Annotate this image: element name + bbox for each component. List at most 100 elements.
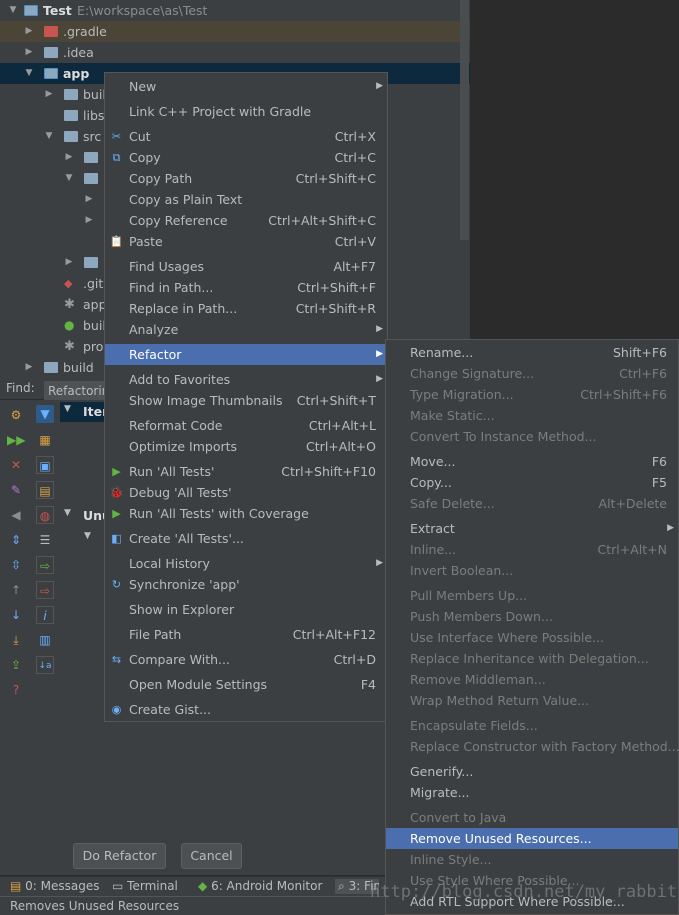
- refactor-item-encapsulate-fields[interactable]: Encapsulate Fields...: [386, 715, 678, 736]
- group-icon[interactable]: ▦: [36, 431, 54, 449]
- refactor-item-use-interface-where-possible[interactable]: Use Interface Where Possible...: [386, 627, 678, 648]
- refactor-item-replace-inheritance-with-delegation[interactable]: Replace Inheritance with Delegation...: [386, 648, 678, 669]
- menu-item-cut[interactable]: ✂ Cut Ctrl+X: [105, 126, 387, 147]
- menu-item-find-usages[interactable]: Find Usages Alt+F7: [105, 256, 387, 277]
- menu-item-show-in-explorer[interactable]: Show in Explorer: [105, 599, 387, 620]
- preview-icon[interactable]: ▥: [36, 631, 54, 649]
- refactor-item-safe-delete[interactable]: Safe Delete... Alt+Delete: [386, 493, 678, 514]
- refactor-item-invert-boolean[interactable]: Invert Boolean...: [386, 560, 678, 581]
- menu-item-refactor[interactable]: Refactor ▶: [105, 344, 387, 365]
- chevron-down-icon[interactable]: ▼: [64, 168, 74, 189]
- chevron-right-icon[interactable]: ▶: [44, 84, 54, 105]
- expand-all-icon[interactable]: ⇕: [7, 531, 25, 549]
- menu-item-copy[interactable]: ⧉ Copy Ctrl+C: [105, 147, 387, 168]
- arrow-up-icon[interactable]: ↑: [7, 581, 25, 599]
- arrow-down-icon[interactable]: ↓: [7, 606, 25, 624]
- refactor-item-inline[interactable]: Inline... Ctrl+Alt+N: [386, 539, 678, 560]
- settings-icon[interactable]: ⚙: [7, 406, 25, 424]
- tab-terminal[interactable]: ▭ Terminal: [112, 879, 178, 893]
- menu-item-create-gist[interactable]: ◉ Create Gist...: [105, 699, 387, 720]
- chevron-down-icon[interactable]: ▼: [64, 404, 71, 414]
- previous-icon[interactable]: ◀: [7, 506, 25, 524]
- menu-item-reformat-code[interactable]: Reformat Code Ctrl+Alt+L: [105, 415, 387, 436]
- export-icon[interactable]: ⇨: [36, 581, 54, 599]
- menu-item-paste[interactable]: 📋 Paste Ctrl+V: [105, 231, 387, 252]
- chevron-right-icon[interactable]: ▶: [84, 189, 94, 210]
- refactor-item-inline-style[interactable]: Inline Style...: [386, 849, 678, 870]
- help-icon[interactable]: ?: [7, 681, 25, 699]
- menu-item-open-module-settings[interactable]: Open Module Settings F4: [105, 674, 387, 695]
- refactor-item-push-members-down[interactable]: Push Members Down...: [386, 606, 678, 627]
- sort-icon[interactable]: ☰: [36, 531, 54, 549]
- export-file-icon[interactable]: ⇪: [7, 656, 25, 674]
- chevron-right-icon[interactable]: ▶: [24, 42, 34, 63]
- tab-messages[interactable]: ▤ 0: Messages: [10, 879, 100, 893]
- package-icon[interactable]: ▤: [36, 481, 54, 499]
- menu-item-run-all-tests-with-coverage[interactable]: ▶ Run 'All Tests' with Coverage: [105, 503, 387, 524]
- menu-item-add-to-favorites[interactable]: Add to Favorites ▶: [105, 369, 387, 390]
- refactor-item-generify[interactable]: Generify...: [386, 761, 678, 782]
- refactor-item-convert-to-java[interactable]: Convert to Java: [386, 807, 678, 828]
- module-icon[interactable]: ▣: [36, 456, 54, 474]
- refactor-item-type-migration[interactable]: Type Migration... Ctrl+Shift+F6: [386, 384, 678, 405]
- close-icon[interactable]: ✕: [7, 456, 25, 474]
- refactor-item-change-signature[interactable]: Change Signature... Ctrl+F6: [386, 363, 678, 384]
- refactor-item-rename[interactable]: Rename... Shift+F6: [386, 342, 678, 363]
- tree-row-project[interactable]: ▼ Test E:\workspace\as\Test: [0, 0, 470, 21]
- chevron-right-icon[interactable]: ▶: [84, 210, 94, 231]
- refactor-item-remove-unused-resources[interactable]: Remove Unused Resources...: [386, 828, 678, 849]
- cancel-button[interactable]: Cancel: [181, 843, 242, 869]
- tree-row[interactable]: ▶ .idea: [0, 42, 470, 63]
- chevron-right-icon[interactable]: ▶: [24, 21, 34, 42]
- menu-item-copy-as-plain-text[interactable]: Copy as Plain Text: [105, 189, 387, 210]
- menu-item-replace-in-path[interactable]: Replace in Path... Ctrl+Shift+R: [105, 298, 387, 319]
- filter-icon[interactable]: ▼: [36, 405, 54, 423]
- chevron-down-icon[interactable]: ▼: [64, 508, 71, 518]
- refactor-item-move[interactable]: Move... F6: [386, 451, 678, 472]
- tab-android-monitor[interactable]: ◆ 6: Android Monitor: [198, 879, 322, 893]
- refactor-item-replace-constructor-with-factory-method[interactable]: Replace Constructor with Factory Method.…: [386, 736, 679, 757]
- info-icon[interactable]: i: [36, 606, 54, 624]
- tree-scrollbar[interactable]: [460, 0, 469, 240]
- refactor-item-make-static[interactable]: Make Static...: [386, 405, 678, 426]
- chevron-right-icon[interactable]: ▶: [24, 357, 34, 378]
- pin-icon[interactable]: ✎: [7, 481, 25, 499]
- refactor-item-copy[interactable]: Copy... F5: [386, 472, 678, 493]
- menu-item-compare-with[interactable]: ⇆ Compare With... Ctrl+D: [105, 649, 387, 670]
- menu-item-run-all-tests[interactable]: ▶ Run 'All Tests' Ctrl+Shift+F10: [105, 461, 387, 482]
- menu-item-file-path[interactable]: File Path Ctrl+Alt+F12: [105, 624, 387, 645]
- do-refactor-button[interactable]: Do Refactor: [73, 843, 166, 869]
- collapse-all-icon[interactable]: ⇳: [7, 556, 25, 574]
- menu-item-link-c-project-with-gradle[interactable]: Link C++ Project with Gradle: [105, 101, 387, 122]
- sort-alpha-icon[interactable]: ↓a: [36, 656, 54, 674]
- menu-item-find-in-path[interactable]: Find in Path... Ctrl+Shift+F: [105, 277, 387, 298]
- menu-item-optimize-imports[interactable]: Optimize Imports Ctrl+Alt+O: [105, 436, 387, 457]
- refactor-item-migrate[interactable]: Migrate...: [386, 782, 678, 803]
- menu-item-create-all-tests[interactable]: ◧ Create 'All Tests'...: [105, 528, 387, 549]
- menu-item-new[interactable]: New ▶: [105, 76, 387, 97]
- menu-item-copy-path[interactable]: Copy Path Ctrl+Shift+C: [105, 168, 387, 189]
- refactor-item-remove-middleman[interactable]: Remove Middleman...: [386, 669, 678, 690]
- refactor-item-extract[interactable]: Extract ▶: [386, 518, 678, 539]
- refactor-item-convert-to-instance-method[interactable]: Convert To Instance Method...: [386, 426, 678, 447]
- menu-item-show-image-thumbnails[interactable]: Show Image Thumbnails Ctrl+Shift+T: [105, 390, 387, 411]
- refactor-item-pull-members-up[interactable]: Pull Members Up...: [386, 585, 678, 606]
- tree-row[interactable]: ▶ .gradle: [0, 21, 470, 42]
- chevron-down-icon[interactable]: ▼: [24, 63, 34, 84]
- menu-item-synchronize-app[interactable]: ↻ Synchronize 'app': [105, 574, 387, 595]
- chevron-right-icon[interactable]: ▶: [64, 252, 74, 273]
- refactor-item-wrap-method-return-value[interactable]: Wrap Method Return Value...: [386, 690, 678, 711]
- chevron-down-icon[interactable]: ▼: [44, 126, 54, 147]
- chevron-down-icon[interactable]: ▼: [8, 0, 18, 21]
- menu-item-debug-all-tests[interactable]: 🐞 Debug 'All Tests': [105, 482, 387, 503]
- stop-icon[interactable]: ◍: [36, 506, 54, 524]
- menu-item-analyze[interactable]: Analyze ▶: [105, 319, 387, 340]
- editor-area[interactable]: [470, 0, 679, 340]
- import-icon[interactable]: ⇨: [36, 556, 54, 574]
- menu-item-copy-reference[interactable]: Copy Reference Ctrl+Alt+Shift+C: [105, 210, 387, 231]
- chevron-down-icon[interactable]: ▼: [84, 531, 91, 541]
- rerun-icon[interactable]: ▶▶: [7, 431, 25, 449]
- download-icon[interactable]: ⤓: [7, 631, 25, 649]
- menu-item-local-history[interactable]: Local History ▶: [105, 553, 387, 574]
- chevron-right-icon[interactable]: ▶: [64, 147, 74, 168]
